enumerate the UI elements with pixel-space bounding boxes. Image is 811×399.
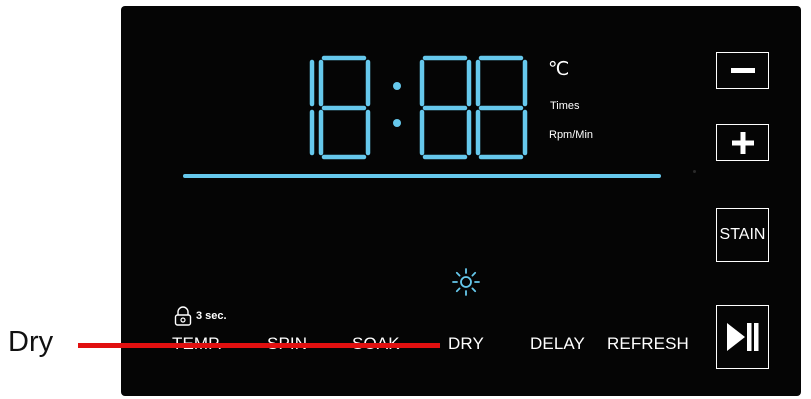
plus-icon: [731, 131, 754, 154]
digit-8-a: [318, 55, 371, 160]
child-lock-label: 3 sec.: [196, 310, 227, 322]
callout-line: [78, 343, 440, 348]
minus-icon: [730, 67, 755, 73]
minus-button[interactable]: [716, 52, 769, 89]
lock-icon: [174, 306, 192, 326]
digit-8-b: [419, 55, 472, 160]
colon-top: [393, 82, 401, 90]
digit-8-c: [475, 55, 528, 160]
plus-button[interactable]: [716, 124, 769, 161]
progress-line: [183, 174, 661, 178]
rpm-unit: Rpm/Min: [549, 129, 594, 141]
indicator-dot: [693, 170, 696, 173]
colon-bottom: [393, 119, 401, 127]
refresh-label[interactable]: REFRESH: [607, 334, 689, 354]
celsius-unit: ℃: [548, 58, 570, 80]
dry-label[interactable]: DRY: [448, 334, 484, 354]
digits-display: [309, 55, 528, 160]
play-pause-icon: [726, 323, 758, 351]
sun-icon: [452, 268, 480, 296]
stain-button[interactable]: STAIN: [716, 208, 769, 262]
play-pause-button[interactable]: [716, 305, 769, 369]
times-unit: Times: [550, 100, 580, 112]
seven-segment-display: [185, 40, 535, 170]
delay-label[interactable]: DELAY: [530, 334, 585, 354]
callout-label: Dry: [8, 326, 54, 358]
